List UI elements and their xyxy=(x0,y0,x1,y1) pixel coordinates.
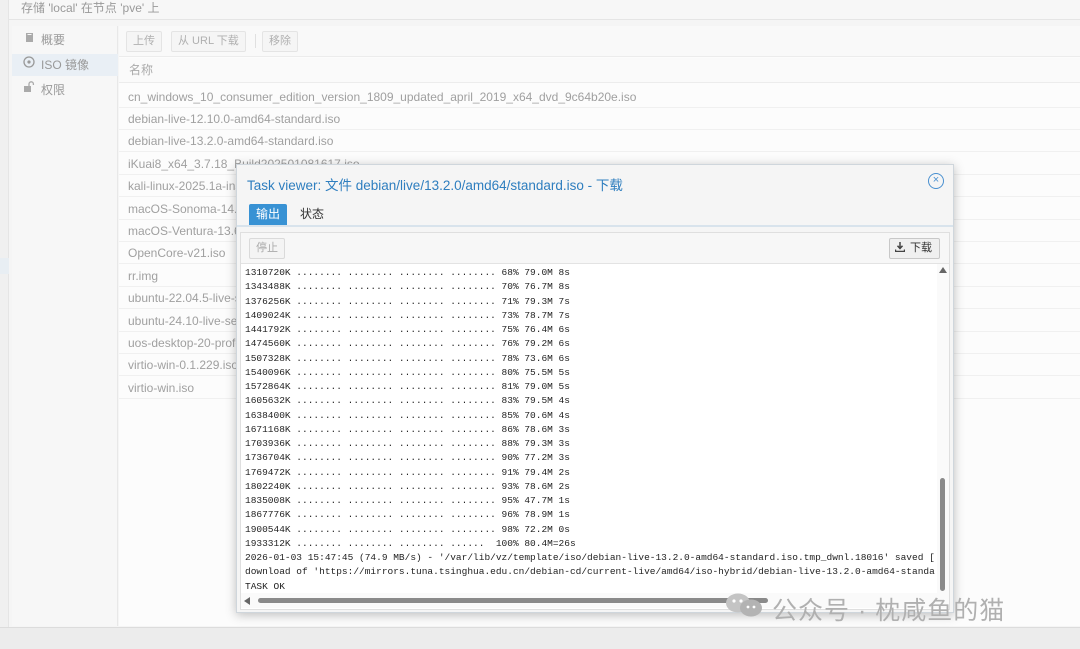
tab-output[interactable]: 输出 xyxy=(249,204,288,225)
sidebar-item-label: 概要 xyxy=(41,33,66,47)
table-row[interactable]: debian-live-12.10.0-amd64-standard.iso xyxy=(119,108,1080,130)
scroll-left-icon[interactable] xyxy=(244,597,250,605)
download-icon xyxy=(894,240,906,253)
sidebar-item-permissions[interactable]: 权限 xyxy=(12,79,118,101)
log-line: 1507328K ........ ........ ........ ....… xyxy=(245,352,570,364)
upload-button[interactable]: 上传 xyxy=(126,31,162,52)
log-line: download of 'https://mirrors.tuna.tsingh… xyxy=(245,566,935,578)
log-line: 1802240K ........ ........ ........ ....… xyxy=(245,480,570,492)
download-log-label: 下载 xyxy=(910,242,932,254)
tree-selection-marker xyxy=(0,258,9,274)
scroll-up-icon[interactable] xyxy=(939,267,947,273)
log-line: 1736704K ........ ........ ........ ....… xyxy=(245,452,570,464)
log-line: 1900544K ........ ........ ........ ....… xyxy=(245,523,570,535)
column-header-name[interactable]: 名称 xyxy=(119,58,1080,83)
output-panel: 停止 下载 1310720K ........ ........ .......… xyxy=(240,232,950,610)
stop-button[interactable]: 停止 xyxy=(249,238,285,259)
scroll-thumb[interactable] xyxy=(940,478,945,591)
vertical-scrollbar[interactable] xyxy=(937,264,949,593)
log-line: 1605632K ........ ........ ........ ....… xyxy=(245,395,570,407)
status-strip xyxy=(0,627,1080,649)
log-line: 1572864K ........ ........ ........ ....… xyxy=(245,381,570,392)
dialog-tabs: 输出 状态 xyxy=(237,200,953,227)
dialog-title: Task viewer: 文件 debian/live/13.2.0/amd64… xyxy=(247,178,623,193)
task-log-output[interactable]: 1310720K ........ ........ ........ ....… xyxy=(245,266,935,590)
watermark: 公众号 · 枕咸鱼的猫 xyxy=(724,588,1054,625)
table-row[interactable]: cn_windows_10_consumer_edition_version_1… xyxy=(119,86,1080,108)
close-icon[interactable]: × xyxy=(928,173,944,189)
log-line: 1343488K ........ ........ ........ ....… xyxy=(245,281,570,293)
download-log-button[interactable]: 下载 xyxy=(889,238,940,259)
log-line: 1310720K ........ ........ ........ ....… xyxy=(245,267,570,278)
log-line: 1671168K ........ ........ ........ ....… xyxy=(245,423,570,435)
dialog-header[interactable]: Task viewer: 文件 debian/live/13.2.0/amd64… xyxy=(237,165,953,200)
watermark-text: 公众号 · 枕咸鱼的猫 xyxy=(772,597,1006,625)
log-line: 1540096K ........ ........ ........ ....… xyxy=(245,366,570,378)
log-line: 1703936K ........ ........ ........ ....… xyxy=(245,438,570,449)
log-line: 1376256K ........ ........ ........ ....… xyxy=(245,295,570,307)
toolbar-separator xyxy=(255,34,256,48)
log-line: 1409024K ........ ........ ........ ....… xyxy=(245,309,570,321)
sidebar-item-label: 权限 xyxy=(41,83,66,97)
sidebar-item-label: ISO 镜像 xyxy=(41,58,90,72)
sidebar-item-summary[interactable]: 概要 xyxy=(12,29,118,51)
log-line: 1933312K ........ ........ ........ ....… xyxy=(245,537,576,549)
log-line: 1441792K ........ ........ ........ ....… xyxy=(245,324,570,335)
left-tree-edge xyxy=(0,0,9,627)
book-icon xyxy=(22,29,36,51)
task-viewer-dialog: Task viewer: 文件 debian/live/13.2.0/amd64… xyxy=(236,164,954,613)
log-line: 2026-01-03 15:47:45 (74.9 MB/s) - '/var/… xyxy=(245,552,935,563)
output-toolbar: 停止 下载 xyxy=(241,233,949,264)
log-line: 1769472K ........ ........ ........ ....… xyxy=(245,466,570,478)
unlock-icon xyxy=(22,79,36,101)
tab-status[interactable]: 状态 xyxy=(293,204,331,225)
iso-toolbar: 上传 从 URL 下载 移除 xyxy=(119,26,1080,57)
log-line: 1474560K ........ ........ ........ ....… xyxy=(245,338,570,350)
download-from-url-button[interactable]: 从 URL 下载 xyxy=(171,31,246,52)
log-line: 1867776K ........ ........ ........ ....… xyxy=(245,509,570,521)
log-line: 1638400K ........ ........ ........ ....… xyxy=(245,409,570,421)
remove-button[interactable]: 移除 xyxy=(262,31,298,52)
sidebar-item-iso-images[interactable]: ISO 镜像 xyxy=(12,54,118,76)
log-line: 1835008K ........ ........ ........ ....… xyxy=(245,495,570,506)
breadcrumb: 存储 'local' 在节点 'pve' 上 xyxy=(0,0,1080,20)
storage-sidebar: 概要 ISO 镜像 权限 xyxy=(12,26,118,626)
scroll-thumb-horizontal[interactable] xyxy=(258,598,768,603)
table-row[interactable]: debian-live-13.2.0-amd64-standard.iso xyxy=(119,130,1080,152)
disc-icon xyxy=(22,54,36,76)
wechat-icon xyxy=(724,592,764,618)
